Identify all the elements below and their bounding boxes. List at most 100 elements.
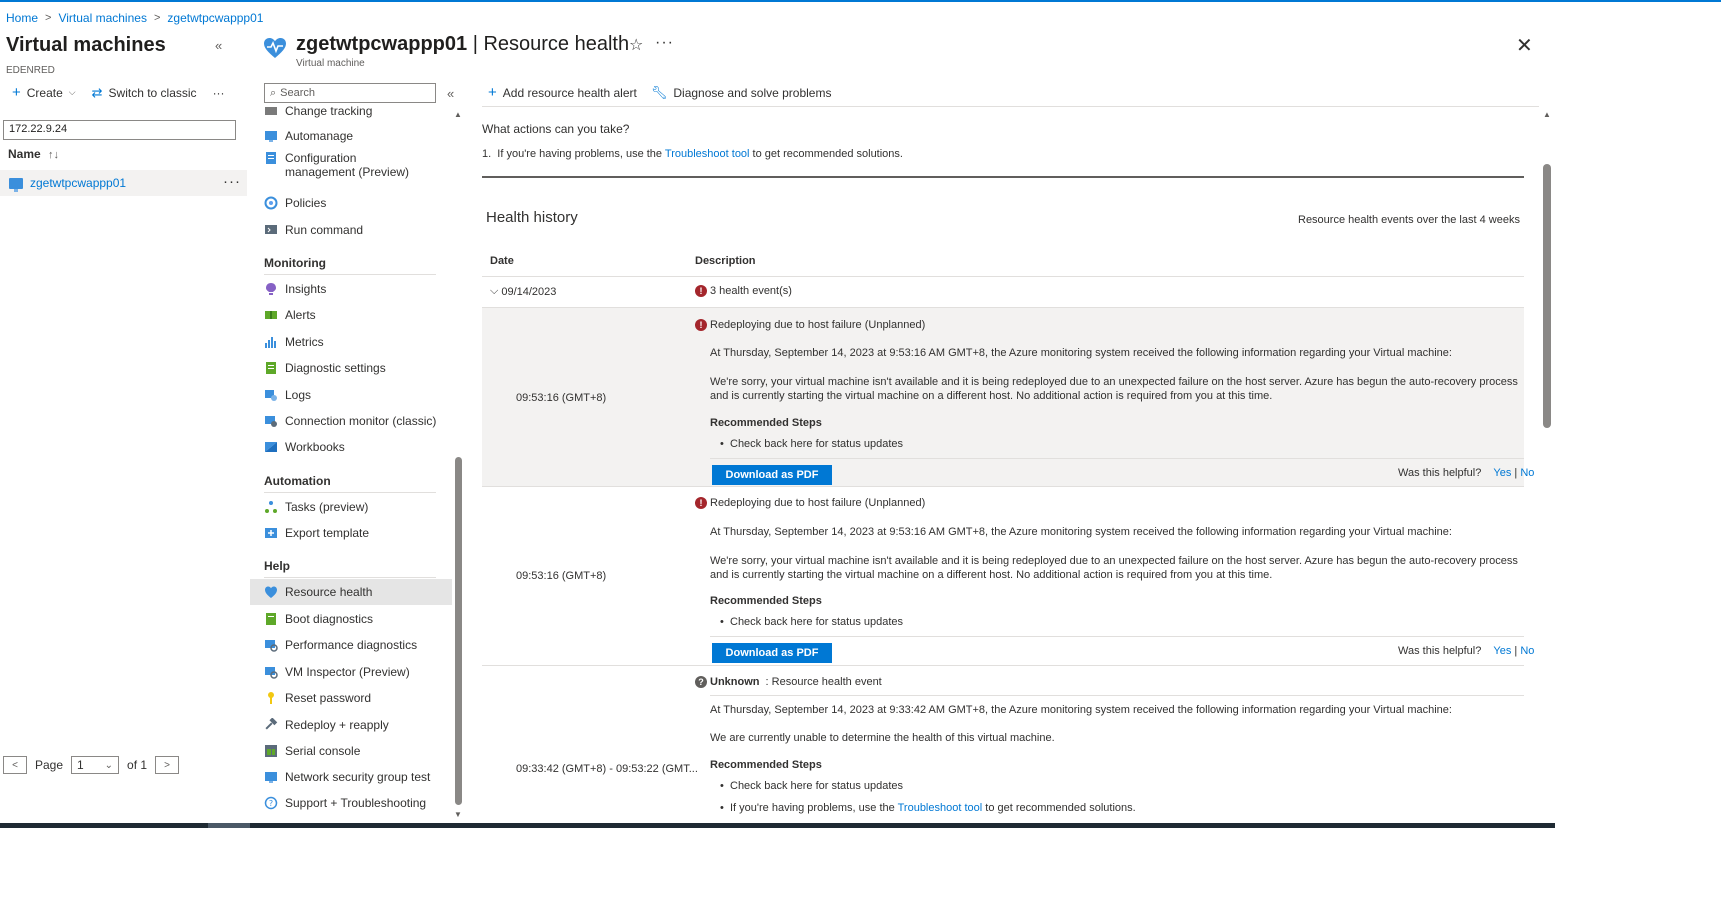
table-row[interactable]: zgetwtpcwappp01 ··· [0, 170, 247, 196]
event-info: At Thursday, September 14, 2023 at 9:53:… [710, 347, 1452, 359]
menu-item-tasks[interactable]: Tasks (preview) [250, 494, 452, 520]
menu-item-support[interactable]: ? Support + Troubleshooting [250, 790, 452, 816]
download-pdf-button[interactable]: Download as PDF [712, 465, 832, 485]
feedback-yes-link[interactable]: Yes [1493, 467, 1511, 479]
breadcrumb-virtual-machines[interactable]: Virtual machines [58, 11, 147, 25]
more-commands-icon[interactable]: ··· [213, 86, 225, 100]
collapse-left-pane-icon[interactable]: « [215, 38, 222, 53]
policies-icon [264, 196, 278, 210]
create-button[interactable]: + Create ⌵ [12, 84, 76, 101]
menu-item-change-tracking[interactable]: Change tracking [250, 102, 452, 124]
error-icon: ! [695, 285, 707, 297]
menu-item-vm-inspector[interactable]: VM Inspector (Preview) [250, 659, 452, 685]
previous-page-button[interactable]: < [3, 756, 27, 774]
menu-item-insights[interactable]: Insights [250, 276, 452, 302]
feedback-no-link[interactable]: No [1520, 467, 1534, 479]
download-pdf-button[interactable]: Download as PDF [712, 643, 832, 663]
menu-item-performance-diagnostics[interactable]: Performance diagnostics [250, 632, 452, 658]
health-event-2: 09:53:16 (GMT+8) ! Redeploying due to ho… [482, 487, 1534, 665]
menu-item-nsg-test[interactable]: Network security group test [250, 764, 452, 790]
menu-scrollbar[interactable] [455, 457, 462, 805]
menu-item-automanage[interactable]: Automanage [250, 123, 452, 149]
section-divider [264, 577, 436, 578]
health-history-title: Health history [486, 209, 578, 226]
page-select[interactable]: 1 ⌄ [71, 756, 120, 774]
breadcrumb-vm[interactable]: zgetwtpcwappp01 [167, 11, 263, 25]
chevron-right-icon: > [45, 12, 52, 24]
recommended-step: Check back here for status updates [720, 780, 903, 792]
feedback-yes-link[interactable]: Yes [1493, 645, 1511, 657]
menu-search-input[interactable]: ⌕ Search [264, 83, 436, 103]
date-group-toggle[interactable]: ⌵ 09/14/2023 [490, 285, 556, 298]
event-detail: We're sorry, your virtual machine isn't … [710, 376, 1518, 402]
page-label: Page [35, 758, 64, 772]
menu-item-metrics[interactable]: Metrics [250, 329, 452, 355]
menu-item-run-command[interactable]: Run command [250, 217, 452, 243]
menu-item-workbooks[interactable]: Workbooks [250, 434, 452, 460]
close-icon[interactable]: ✕ [1516, 33, 1533, 58]
next-page-button[interactable]: > [155, 756, 180, 774]
chevron-down-icon: ⌄ [104, 759, 114, 771]
menu-item-export-template[interactable]: Export template [250, 520, 452, 546]
health-event-3: 09:33:42 (GMT+8) - 09:53:22 (GMT... ? Un… [482, 666, 1524, 823]
hammer-icon [264, 718, 278, 732]
portal-top-accent-line [0, 0, 1721, 2]
menu-item-configuration-management[interactable]: Configuration management (Preview) [250, 149, 452, 179]
workbooks-icon [264, 440, 278, 454]
health-history-range-note: Resource health events over the last 4 w… [1298, 214, 1520, 226]
menu-item-reset-password[interactable]: Reset password [250, 685, 452, 711]
menu-item-redeploy[interactable]: Redeploy + reapply [250, 712, 452, 738]
troubleshoot-tool-link[interactable]: Troubleshoot tool [898, 802, 983, 814]
menu-item-logs[interactable]: Logs [250, 382, 452, 408]
resource-health-icon [264, 38, 286, 58]
row-more-icon[interactable]: ··· [223, 173, 241, 190]
page-title: zgetwtpcwappp01 | Resource health [296, 33, 630, 55]
event-time: 09:53:16 (GMT+8) [516, 392, 607, 404]
error-icon: ! [695, 319, 707, 331]
export-template-icon [264, 526, 278, 540]
switch-to-classic-button[interactable]: ⇄ Switch to classic [92, 85, 197, 101]
vm-list-title: Virtual machines [6, 34, 166, 56]
section-monitoring: Monitoring [264, 256, 326, 270]
chevron-down-icon: ⌵ [490, 285, 499, 297]
diagnose-and-solve-button[interactable]: 🔧︎ Diagnose and solve problems [651, 85, 832, 101]
pagination: < Page 1 ⌄ of 1 > [3, 756, 180, 774]
health-event-1: 09:53:16 (GMT+8) ! Redeploying due to ho… [482, 308, 1534, 486]
event-divider [710, 636, 1524, 637]
vm-filter-input[interactable]: 172.22.9.24 [3, 120, 236, 140]
breadcrumb-home[interactable]: Home [6, 11, 38, 25]
change-tracking-icon [264, 104, 278, 118]
add-resource-health-alert-button[interactable]: + Add resource health alert [488, 84, 637, 101]
favorite-star-icon[interactable]: ☆ [629, 35, 643, 55]
more-actions-icon[interactable]: ··· [655, 34, 674, 52]
menu-item-boot-diagnostics[interactable]: Boot diagnostics [250, 606, 452, 632]
content-scrollbar[interactable] [1543, 164, 1551, 428]
feedback-no-link[interactable]: No [1520, 645, 1534, 657]
event-time: 09:53:16 (GMT+8) [516, 570, 607, 582]
menu-item-diagnostic-settings[interactable]: Diagnostic settings [250, 355, 452, 381]
troubleshoot-tool-link[interactable]: Troubleshoot tool [665, 148, 750, 160]
page-count: of 1 [127, 758, 148, 772]
menu-scroll-up-icon[interactable]: ▲ [454, 110, 462, 119]
event-title: ! Redeploying due to host failure (Unpla… [695, 497, 925, 509]
menu-scroll-down-icon[interactable]: ▼ [454, 810, 462, 819]
vm-name-link[interactable]: zgetwtpcwappp01 [30, 176, 126, 190]
actions-question: What actions can you take? [482, 122, 630, 136]
name-column-header[interactable]: Name ↑↓ [8, 147, 59, 161]
actions-list-item: 1. If you're having problems, use the Tr… [482, 148, 903, 160]
menu-item-alerts[interactable]: Alerts [250, 302, 452, 328]
switch-arrows-icon: ⇄ [91, 84, 103, 100]
collapse-menu-icon[interactable]: « [447, 86, 454, 101]
menu-item-serial-console[interactable]: Serial console [250, 738, 452, 764]
menu-item-connection-monitor[interactable]: Connection monitor (classic) [250, 408, 452, 434]
resource-menu: Change tracking Automanage Configuration… [250, 102, 455, 822]
taskbar-active-segment [208, 823, 250, 828]
content-scroll-up-icon[interactable]: ▲ [1543, 110, 1551, 119]
menu-item-policies[interactable]: Policies [250, 190, 452, 216]
menu-item-resource-health[interactable]: Resource health [250, 579, 452, 605]
event-detail: We're sorry, your virtual machine isn't … [710, 555, 1518, 581]
svg-text:?: ? [269, 799, 273, 808]
date-column-header: Date [490, 255, 514, 267]
alerts-icon [264, 308, 278, 322]
section-divider [264, 274, 436, 275]
